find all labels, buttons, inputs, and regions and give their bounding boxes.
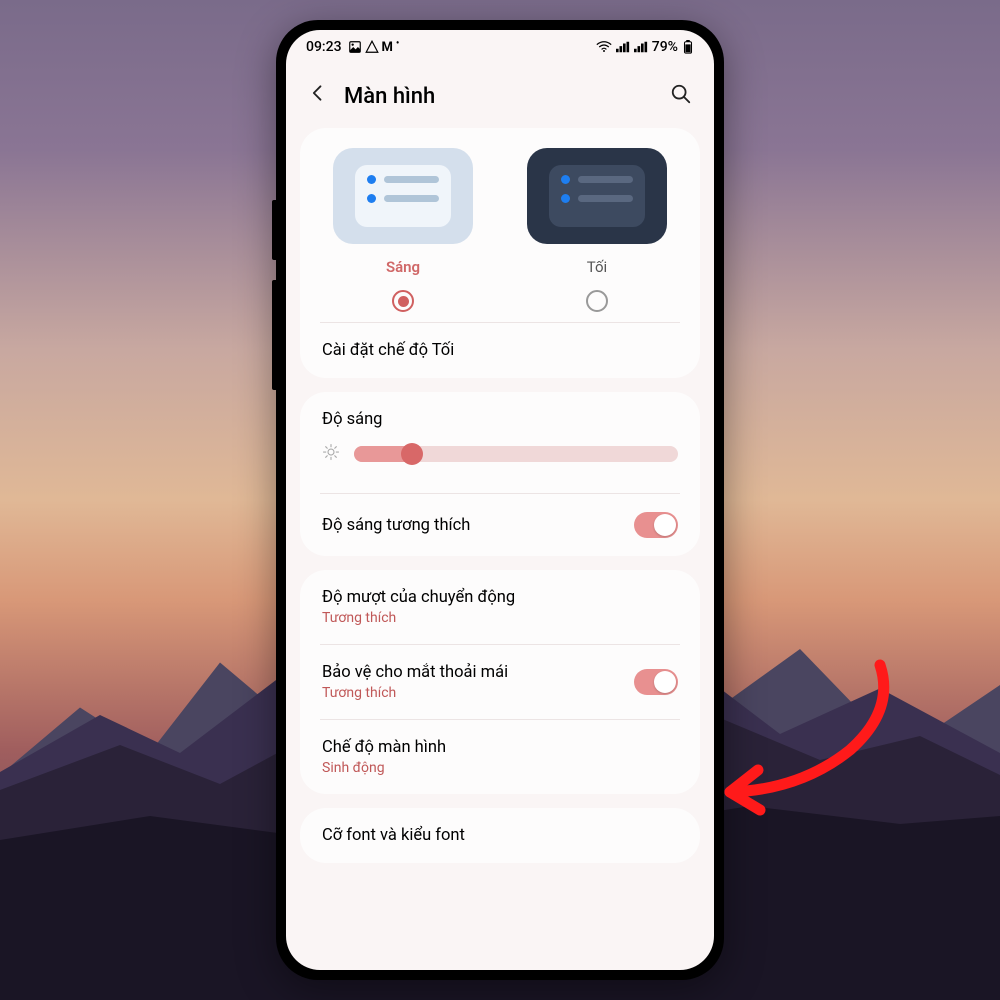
dark-theme-radio[interactable]: [586, 290, 608, 312]
phone-frame: 09:23 M • 79% Màn hình: [276, 20, 724, 980]
status-bar: 09:23 M • 79%: [286, 30, 714, 64]
brightness-label: Độ sáng: [322, 410, 678, 429]
screen-mode-label: Chế độ màn hình: [322, 738, 446, 757]
eye-comfort-row[interactable]: Bảo vệ cho mắt thoải mái Tương thích: [300, 645, 700, 719]
search-button[interactable]: [666, 79, 696, 114]
adaptive-brightness-label: Độ sáng tương thích: [322, 516, 470, 535]
font-size-label: Cỡ font và kiểu font: [322, 826, 465, 845]
phone-screen: 09:23 M • 79% Màn hình: [286, 30, 714, 970]
theme-option-dark[interactable]: Tối: [510, 148, 684, 312]
motion-smoothness-row[interactable]: Độ mượt của chuyển động Tương thích: [300, 570, 700, 644]
adaptive-brightness-row[interactable]: Độ sáng tương thích: [300, 494, 700, 556]
signal-icon: [616, 41, 630, 53]
theme-card: Sáng Tối: [300, 128, 700, 378]
phone-volume-button: [272, 200, 276, 260]
eye-comfort-toggle[interactable]: [634, 669, 678, 695]
battery-icon: [682, 40, 694, 54]
dark-theme-label: Tối: [587, 258, 607, 276]
back-button[interactable]: [304, 79, 332, 113]
display-options-card: Độ mượt của chuyển động Tương thích Bảo …: [300, 570, 700, 794]
font-card: Cỡ font và kiểu font: [300, 808, 700, 863]
motion-smoothness-value: Tương thích: [322, 610, 515, 626]
screen-mode-row[interactable]: Chế độ màn hình Sinh động: [300, 720, 700, 794]
search-icon: [670, 83, 692, 105]
light-theme-label: Sáng: [386, 258, 420, 276]
status-time: 09:23: [306, 39, 342, 55]
brightness-card: Độ sáng Độ sáng tương thích: [300, 392, 700, 556]
eye-comfort-label: Bảo vệ cho mắt thoải mái: [322, 663, 508, 682]
wifi-icon: [596, 41, 612, 53]
settings-content: Sáng Tối: [286, 128, 714, 863]
battery-percent: 79%: [652, 39, 678, 55]
light-theme-preview: [333, 148, 473, 244]
dark-mode-settings-row[interactable]: Cài đặt chế độ Tối: [300, 323, 700, 378]
status-left-icons: M •: [348, 40, 400, 55]
motion-smoothness-label: Độ mượt của chuyển động: [322, 588, 515, 607]
font-size-row[interactable]: Cỡ font và kiểu font: [300, 808, 700, 863]
phone-power-button: [272, 280, 276, 390]
light-theme-radio[interactable]: [392, 290, 414, 312]
eye-comfort-value: Tương thích: [322, 685, 508, 701]
dark-theme-preview: [527, 148, 667, 244]
screen-mode-value: Sinh động: [322, 760, 446, 776]
signal-icon-2: [634, 41, 648, 53]
page-title: Màn hình: [344, 84, 654, 109]
brightness-icon: [322, 443, 340, 465]
adaptive-brightness-toggle[interactable]: [634, 512, 678, 538]
brightness-slider[interactable]: [354, 444, 678, 464]
page-header: Màn hình: [286, 64, 714, 128]
theme-option-light[interactable]: Sáng: [316, 148, 490, 312]
chevron-left-icon: [308, 83, 328, 103]
dark-mode-settings-label: Cài đặt chế độ Tối: [322, 341, 454, 360]
